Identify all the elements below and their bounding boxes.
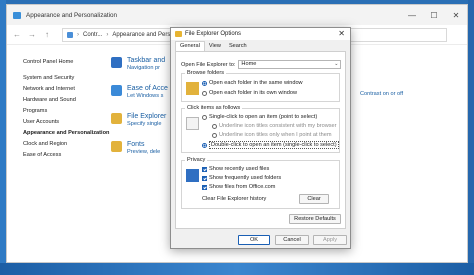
high-contrast-link[interactable]: Contrast on or off xyxy=(360,91,403,97)
checkbox-label[interactable]: Show recently used files xyxy=(209,166,269,172)
tab-general[interactable]: General xyxy=(175,41,205,51)
folders-icon xyxy=(186,82,199,95)
ok-button[interactable]: OK xyxy=(238,235,270,245)
privacy-group: Privacy Show recently used files Show fr… xyxy=(181,157,340,209)
breadcrumb-separator: › xyxy=(106,31,109,38)
privacy-legend: Privacy xyxy=(187,157,206,163)
chevron-down-icon: ⌄ xyxy=(334,61,339,67)
clear-button[interactable]: Clear xyxy=(299,194,329,204)
radio-single-click[interactable]: Single-click to open an item (point to s… xyxy=(202,114,317,120)
click-items-legend: Click items as follows xyxy=(187,105,241,111)
up-arrow-icon[interactable]: ↑ xyxy=(43,30,51,39)
fonts-icon xyxy=(111,141,122,152)
category-title[interactable]: Ease of Acce xyxy=(127,85,168,93)
breadcrumb-separator: › xyxy=(77,31,79,38)
sidebar-item-hardware[interactable]: Hardware and Sound xyxy=(23,95,111,106)
radio-underline-browser[interactable]: Underline icon titles consistent with my… xyxy=(212,123,337,129)
sidebar-item-programs[interactable]: Programs xyxy=(23,106,111,117)
restore-defaults-button[interactable]: Restore Defaults xyxy=(289,214,341,224)
radio-label[interactable]: Underline icon titles consistent with my… xyxy=(219,123,337,129)
folder-icon xyxy=(111,113,122,124)
open-explorer-label: Open File Explorer to: xyxy=(181,61,236,68)
clear-history-label: Clear File Explorer history xyxy=(202,196,266,202)
radio-indicator[interactable] xyxy=(212,132,217,138)
radio-indicator[interactable] xyxy=(202,90,207,96)
category-subtitle[interactable]: Specify single xyxy=(127,121,166,128)
sidebar-item-appearance[interactable]: Appearance and Personalization xyxy=(23,128,111,139)
cancel-button[interactable]: Cancel xyxy=(275,235,309,245)
open-explorer-row: Open File Explorer to: Home ⌄ xyxy=(181,60,342,69)
radio-indicator[interactable] xyxy=(202,80,207,86)
sidebar-item-network[interactable]: Network and Internet xyxy=(23,84,111,95)
sidebar-item-home[interactable]: Control Panel Home xyxy=(23,57,111,68)
privacy-icon xyxy=(186,169,199,182)
pointer-icon xyxy=(186,117,199,130)
radio-label[interactable]: Open each folder in its own window xyxy=(209,90,297,96)
folder-icon xyxy=(175,31,182,37)
maximize-button[interactable]: ☐ xyxy=(423,5,445,25)
dialog-close-button[interactable]: ✕ xyxy=(338,29,345,38)
checkbox-frequent-folders[interactable]: Show frequently used folders xyxy=(202,175,281,181)
category-title[interactable]: File Explorer xyxy=(127,113,166,121)
dialog-title: File Explorer Options xyxy=(185,31,242,37)
click-items-group: Click items as follows Single-click to o… xyxy=(181,105,340,153)
general-panel: Open File Explorer to: Home ⌄ Browse fol… xyxy=(175,51,346,229)
category-subtitle[interactable]: Preview, dele xyxy=(127,149,160,156)
open-explorer-value: Home xyxy=(241,61,257,67)
radio-label[interactable]: Underline icon titles only when I point … xyxy=(219,132,332,138)
taskbar-icon xyxy=(111,57,122,68)
close-button[interactable]: ✕ xyxy=(445,5,467,25)
back-arrow-icon[interactable]: ← xyxy=(13,30,21,39)
radio-own-window[interactable]: Open each folder in its own window xyxy=(202,90,297,96)
window-controls: — ☐ ✕ xyxy=(401,5,467,25)
radio-same-window[interactable]: Open each folder in the same window xyxy=(202,80,303,86)
radio-double-click[interactable]: Double-click to open an item (single-cli… xyxy=(202,141,339,149)
category-title[interactable]: Taskbar and xyxy=(127,57,165,65)
checkbox-indicator[interactable] xyxy=(202,166,207,172)
category-subtitle[interactable]: Navigation pr xyxy=(127,65,165,72)
browse-folders-group: Browse folders Open each folder in the s… xyxy=(181,70,340,102)
sidebar-item-ease-of-access[interactable]: Ease of Access xyxy=(23,150,111,161)
control-panel-crumb-icon xyxy=(67,31,73,38)
forward-arrow-icon[interactable]: → xyxy=(28,30,36,39)
radio-label[interactable]: Open each folder in the same window xyxy=(209,80,303,86)
radio-indicator[interactable] xyxy=(212,123,217,129)
radio-underline-point[interactable]: Underline icon titles only when I point … xyxy=(212,132,332,138)
dialog-title-bar: File Explorer Options ✕ xyxy=(171,28,350,40)
radio-indicator[interactable] xyxy=(202,142,207,148)
checkbox-recent-files[interactable]: Show recently used files xyxy=(202,166,269,172)
checkbox-office-files[interactable]: Show files from Office.com xyxy=(202,184,275,190)
category-subtitle[interactable]: Let Windows s xyxy=(127,93,168,100)
breadcrumb-item-control-panel[interactable]: Contr... xyxy=(83,32,102,38)
window-title: Appearance and Personalization xyxy=(26,11,118,19)
apply-button[interactable]: Apply xyxy=(313,235,347,245)
sidebar-item-clock-region[interactable]: Clock and Region xyxy=(23,139,111,150)
title-bar: Appearance and Personalization — ☐ ✕ xyxy=(7,5,467,25)
sidebar: Control Panel Home System and Security N… xyxy=(23,57,111,161)
checkbox-label[interactable]: Show frequently used folders xyxy=(209,175,281,181)
radio-label[interactable]: Single-click to open an item (point to s… xyxy=(209,114,317,120)
radio-label[interactable]: Double-click to open an item (single-cli… xyxy=(209,141,339,149)
checkbox-indicator[interactable] xyxy=(202,184,207,190)
control-panel-icon xyxy=(13,11,21,19)
browse-folders-legend: Browse folders xyxy=(187,70,224,76)
open-explorer-select[interactable]: Home ⌄ xyxy=(238,60,342,69)
minimize-button[interactable]: — xyxy=(401,5,423,25)
checkbox-label[interactable]: Show files from Office.com xyxy=(209,184,275,190)
tab-bar: General View Search xyxy=(171,40,350,51)
file-explorer-options-dialog: File Explorer Options ✕ General View Sea… xyxy=(170,27,351,249)
desktop-right-edge xyxy=(468,0,474,275)
clear-history-text: Clear File Explorer history xyxy=(202,196,267,202)
sidebar-item-system-security[interactable]: System and Security xyxy=(23,73,111,84)
desktop-bottom-edge xyxy=(0,263,474,275)
radio-indicator[interactable] xyxy=(202,114,207,120)
tab-view[interactable]: View xyxy=(205,42,225,51)
tab-search[interactable]: Search xyxy=(225,42,251,51)
sidebar-item-user-accounts[interactable]: User Accounts xyxy=(23,117,111,128)
ease-of-access-icon xyxy=(111,85,122,96)
checkbox-indicator[interactable] xyxy=(202,175,207,181)
category-title[interactable]: Fonts xyxy=(127,141,160,149)
